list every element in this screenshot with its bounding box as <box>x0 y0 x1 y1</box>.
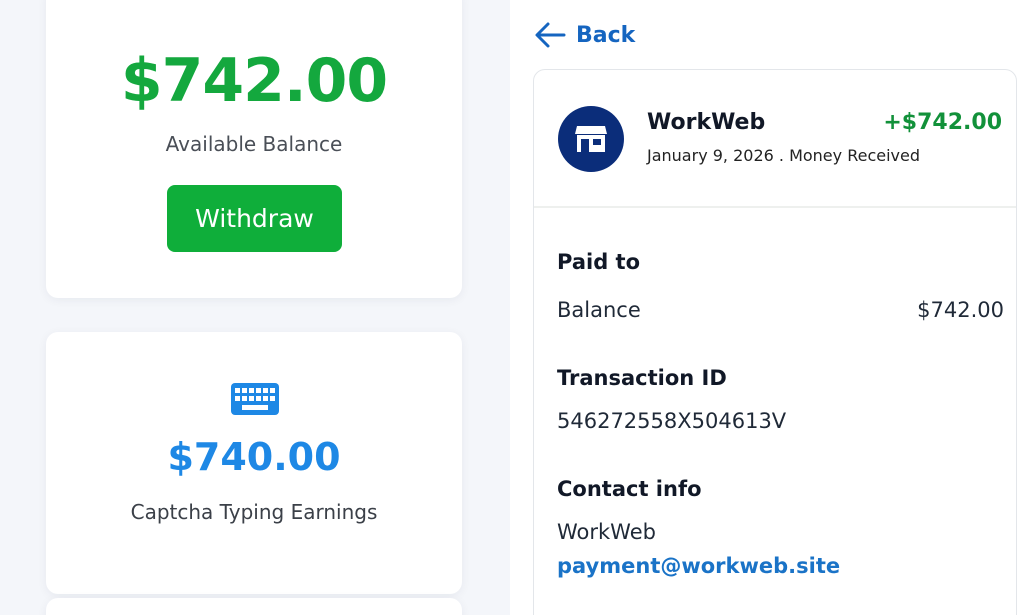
transaction-id-value: 546272558X504613V <box>557 409 787 433</box>
transaction-subtitle: January 9, 2026 . Money Received <box>647 146 920 165</box>
contact-email-link[interactable]: payment@workweb.site <box>557 554 840 578</box>
transaction-card: WorkWeb +$742.00 January 9, 2026 . Money… <box>533 69 1017 615</box>
left-column: $742.00 Available Balance Withdraw $740.… <box>0 0 510 615</box>
transaction-header: WorkWeb +$742.00 January 9, 2026 . Money… <box>534 70 1016 208</box>
available-balance-amount: $742.00 <box>120 46 388 116</box>
contact-info-heading: Contact info <box>557 477 702 501</box>
merchant-avatar <box>558 106 624 172</box>
contact-name: WorkWeb <box>557 520 656 544</box>
store-icon <box>575 126 607 152</box>
paid-to-heading: Paid to <box>557 250 641 274</box>
captcha-earnings-amount: $740.00 <box>167 435 341 479</box>
keyboard-icon <box>231 383 279 415</box>
back-button[interactable]: Back <box>534 20 635 50</box>
next-card <box>46 598 462 615</box>
transaction-detail-panel: Back WorkWeb +$742.00 January 9, 2026 . … <box>510 0 1024 615</box>
captcha-earnings-card: $740.00 Captcha Typing Earnings <box>46 332 462 594</box>
available-balance-label: Available Balance <box>165 132 343 156</box>
transaction-amount: +$742.00 <box>883 110 1002 135</box>
paid-to-amount: $742.00 <box>917 298 1004 322</box>
withdraw-button[interactable]: Withdraw <box>167 185 342 252</box>
back-label: Back <box>576 22 636 48</box>
captcha-earnings-label: Captcha Typing Earnings <box>130 500 378 524</box>
merchant-name: WorkWeb <box>647 110 766 135</box>
arrow-left-icon <box>535 22 566 48</box>
paid-to-account: Balance <box>557 298 641 322</box>
transaction-id-heading: Transaction ID <box>557 366 727 390</box>
balance-card: $742.00 Available Balance Withdraw <box>46 0 462 298</box>
